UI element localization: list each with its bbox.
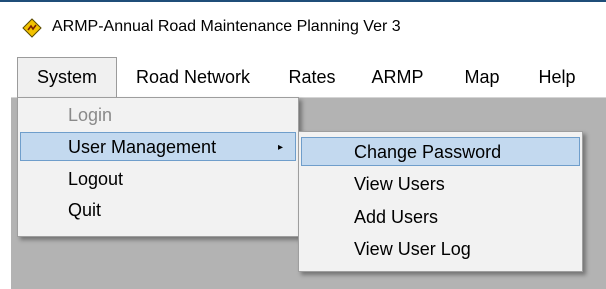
menu-item-user-management[interactable]: User Management ▸ bbox=[20, 132, 296, 161]
menu-item-add-users[interactable]: Add Users bbox=[301, 203, 580, 232]
menu-item-view-user-log[interactable]: View User Log bbox=[301, 235, 580, 264]
menu-armp[interactable]: ARMP bbox=[360, 57, 435, 97]
menu-item-change-password[interactable]: Change Password bbox=[301, 137, 580, 166]
menu-system[interactable]: System bbox=[17, 57, 117, 97]
menu-help[interactable]: Help bbox=[523, 57, 591, 97]
menu-item-view-users[interactable]: View Users bbox=[301, 170, 580, 199]
menu-item-quit-label: Quit bbox=[68, 200, 102, 220]
menu-item-logout[interactable]: Logout bbox=[20, 165, 296, 194]
system-dropdown-menu: Login User Management ▸ Logout Quit bbox=[17, 97, 299, 237]
user-management-submenu: Change Password View Users Add Users Vie… bbox=[298, 131, 583, 272]
title-bar: ARMP-Annual Road Maintenance Planning Ve… bbox=[0, 4, 606, 48]
menu-item-quit[interactable]: Quit bbox=[20, 196, 296, 225]
menu-rates[interactable]: Rates bbox=[273, 57, 351, 97]
app-window: ARMP-Annual Road Maintenance Planning Ve… bbox=[0, 0, 606, 289]
menu-item-view-users-label: View Users bbox=[354, 174, 445, 194]
window-left-margin bbox=[0, 98, 11, 289]
menu-item-user-management-label: User Management bbox=[68, 137, 217, 157]
window-title: ARMP-Annual Road Maintenance Planning Ve… bbox=[52, 18, 401, 35]
menu-item-add-users-label: Add Users bbox=[354, 207, 439, 227]
menu-item-login-label: Login bbox=[68, 105, 113, 125]
menu-map[interactable]: Map bbox=[452, 57, 512, 97]
menu-item-view-user-log-label: View User Log bbox=[354, 239, 471, 259]
road-sign-icon bbox=[22, 18, 42, 38]
menu-item-logout-label: Logout bbox=[68, 169, 124, 189]
submenu-arrow-icon: ▸ bbox=[277, 142, 283, 153]
menu-bar: System Road Network Rates ARMP Map Help bbox=[11, 57, 606, 98]
menu-item-change-password-label: Change Password bbox=[354, 142, 502, 162]
menu-item-login: Login bbox=[20, 101, 296, 130]
menu-road-network[interactable]: Road Network bbox=[123, 57, 263, 97]
